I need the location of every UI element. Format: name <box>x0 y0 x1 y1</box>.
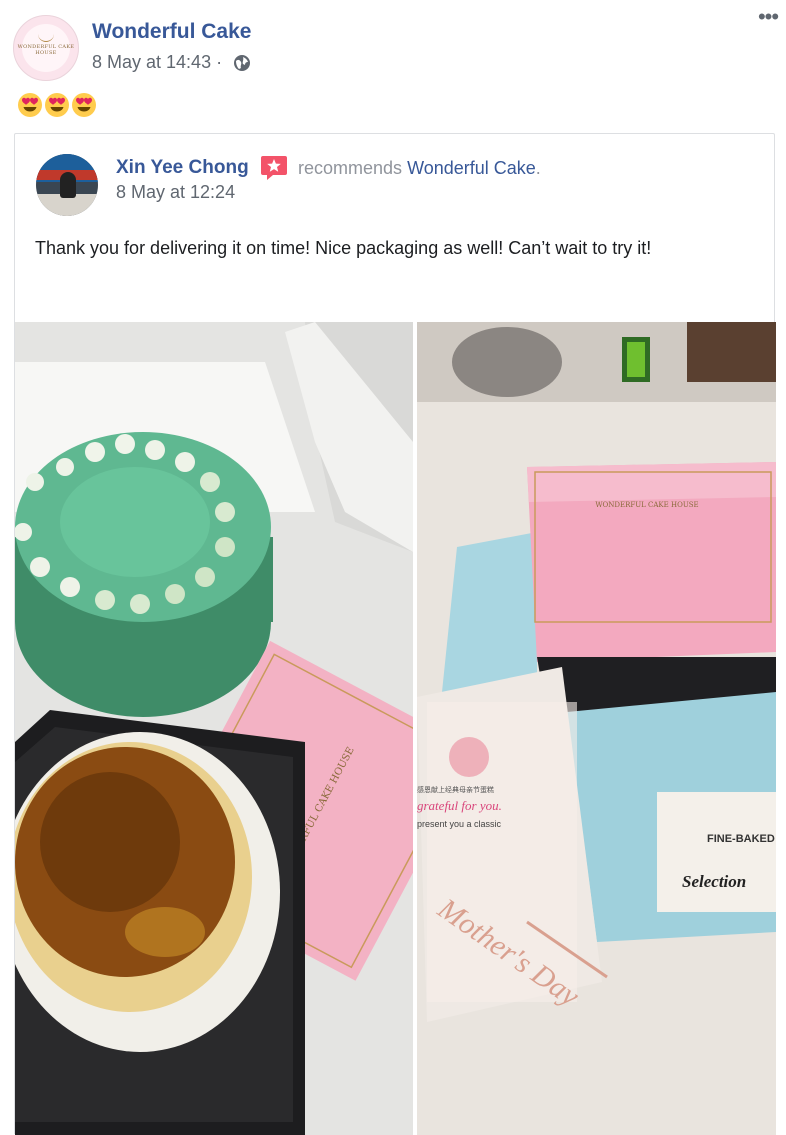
photo-gift-boxes[interactable]: WONDERFUL CAKE HOUSE FINE-BAKED Selectio… <box>417 322 776 1135</box>
recommends-period: . <box>535 158 541 178</box>
review-timestamp[interactable]: 8 May at 12:24 <box>116 182 235 203</box>
avatar-person <box>60 172 76 198</box>
card-chinese-text: 感恩献上经典母亲节蛋糕 <box>417 785 494 794</box>
page-avatar[interactable]: WONDERFUL CAKE HOUSE <box>13 15 79 81</box>
card-present-text: present you a classic <box>417 819 502 829</box>
recommends-text: recommends Wonderful Cake. <box>298 158 541 179</box>
meta-separator: · <box>211 52 228 72</box>
post-timestamp[interactable]: 8 May at 14:43 <box>92 52 211 73</box>
box-lid-logo-text: WONDERFUL CAKE HOUSE <box>595 501 698 509</box>
post-meta: 8 May at 14:43 · <box>92 52 251 73</box>
heart-eyes-emoji <box>45 93 69 117</box>
photo-cakes[interactable]: WONDERFUL CAKE HOUSE <box>15 322 413 1135</box>
post-header: WONDERFUL CAKE HOUSE Wonderful Cake 8 Ma… <box>0 0 786 90</box>
shared-recommendation-card[interactable]: Xin Yee Chong recommends Wonderful Cake.… <box>14 133 776 1135</box>
post-text-emojis <box>17 92 97 118</box>
recommends-word: recommends <box>298 158 403 178</box>
avatar-logo-text: WONDERFUL CAKE HOUSE <box>17 44 75 56</box>
reviewer-name-link[interactable]: Xin Yee Chong <box>116 157 249 179</box>
more-options-button[interactable]: ••• <box>752 6 784 30</box>
recommended-page-link[interactable]: Wonderful Cake <box>407 158 536 178</box>
reviewer-avatar[interactable] <box>36 154 98 216</box>
box-fine-baked-text: FINE-BAKED <box>707 833 775 845</box>
globe-icon[interactable] <box>233 54 251 72</box>
heart-eyes-emoji <box>18 93 42 117</box>
card-grateful-text: grateful for you. <box>417 798 502 813</box>
recommend-star-icon <box>261 156 287 180</box>
review-text: Thank you for delivering it on time! Nic… <box>35 238 652 258</box>
heart-eyes-emoji <box>72 93 96 117</box>
gift-boxes-photo-illustration: WONDERFUL CAKE HOUSE FINE-BAKED Selectio… <box>417 322 776 1135</box>
page-name-link[interactable]: Wonderful Cake <box>92 20 251 44</box>
cakes-photo-illustration: WONDERFUL CAKE HOUSE <box>15 322 413 1135</box>
box-selection-text: Selection <box>682 872 746 891</box>
